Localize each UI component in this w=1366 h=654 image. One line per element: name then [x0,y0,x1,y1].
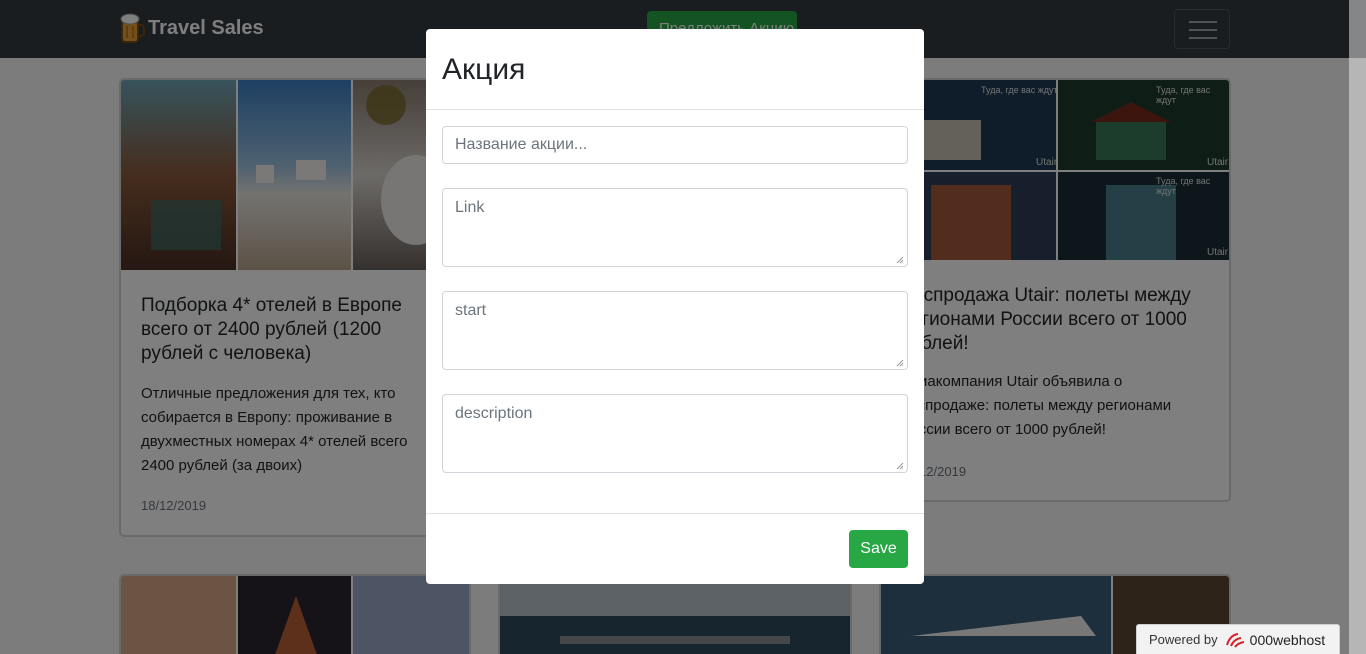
resize-grip-icon[interactable] [896,359,904,367]
webhost-logo-icon [1225,632,1244,648]
modal-footer: Save [426,513,924,584]
host-name: 000webhost [1249,631,1326,648]
powered-by-label: Powered by [1149,632,1218,647]
resize-grip-icon[interactable] [896,256,904,264]
deal-modal: Акция Save [426,29,924,584]
powered-by-badge[interactable]: Powered by 000webhost [1136,624,1340,654]
modal-title: Акция [442,53,526,86]
save-button[interactable]: Save [849,530,908,568]
scrollbar[interactable] [1349,0,1366,654]
description-textarea[interactable] [442,394,908,473]
deal-name-input[interactable] [442,126,908,164]
resize-grip-icon[interactable] [896,462,904,470]
link-textarea[interactable] [442,188,908,267]
modal-header: Акция [426,29,924,110]
start-textarea[interactable] [442,291,908,370]
